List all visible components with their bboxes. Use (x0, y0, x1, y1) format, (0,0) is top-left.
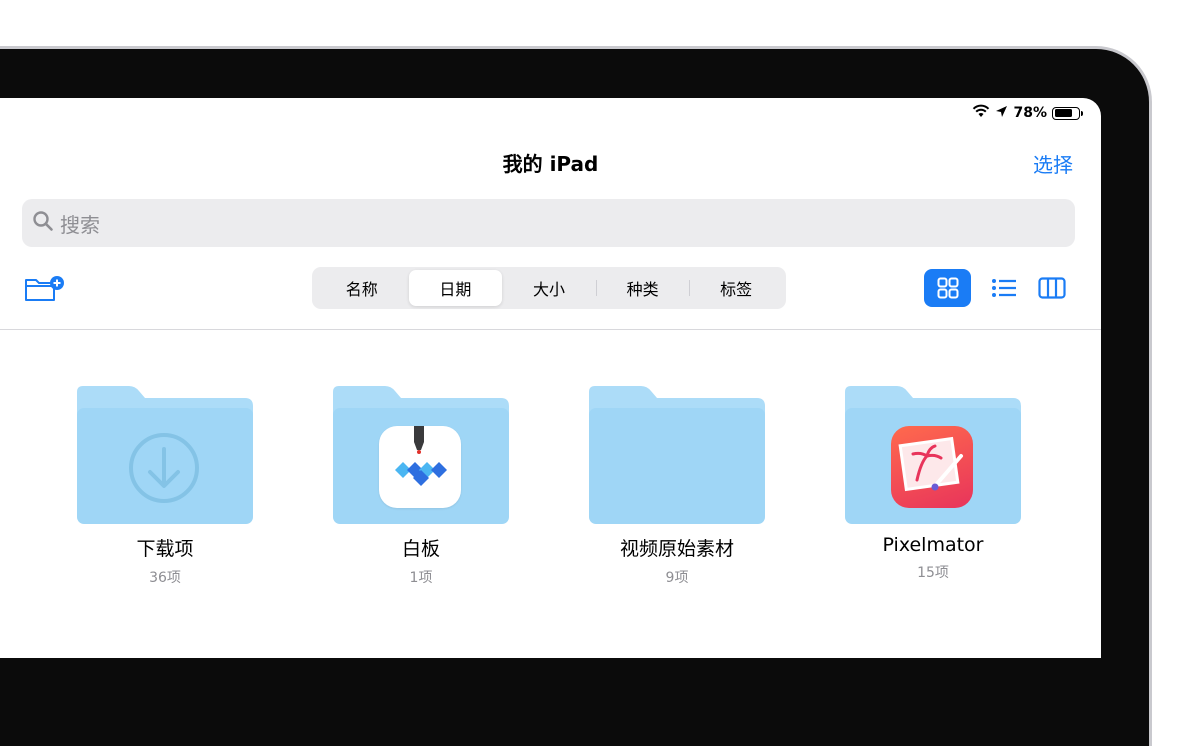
sort-option-name[interactable]: 名称 (315, 270, 409, 306)
select-button[interactable]: 选择 (1033, 149, 1073, 178)
folder-name: Pixelmator (882, 534, 984, 556)
columns-icon (1038, 277, 1066, 299)
view-mode-toggles (924, 269, 1067, 307)
sort-segmented-control: 名称 日期 大小 种类 标签 (312, 267, 786, 309)
folder-icon (845, 386, 1021, 524)
folder-name: 视频原始素材 (619, 538, 734, 560)
folder-item-count: 1项 (409, 570, 433, 586)
battery-percent: 78% (1013, 105, 1047, 121)
files-app-screen: 78% 我的 iPad 选择 搜索 名称 日期 大小 种类 标签 下载项 36项… (0, 98, 1101, 658)
grid-icon (937, 277, 958, 299)
battery-icon (1052, 106, 1083, 120)
folder-tile[interactable]: 下载项 36项 (77, 386, 253, 587)
folder-item-count: 36项 (149, 570, 181, 586)
battery-level (1054, 109, 1073, 117)
new-folder-button[interactable] (24, 274, 68, 308)
search-placeholder: 搜索 (60, 212, 100, 237)
list-icon (992, 279, 1016, 297)
folder-item-count: 9项 (665, 570, 689, 586)
folder-icon (333, 386, 509, 524)
folder-tile[interactable]: 视频原始素材 9项 (589, 386, 765, 587)
folder-icon (77, 386, 253, 524)
new-folder-icon (25, 276, 64, 301)
download-icon (129, 433, 199, 503)
column-view-button[interactable] (1037, 269, 1067, 307)
folder-item-count: 15项 (917, 565, 949, 581)
wifi-icon (972, 104, 990, 122)
folder-icon (589, 386, 765, 524)
file-grid: 下载项 36项 白板 1项 视频原始素材 9项 Pixelmator 15项 (0, 330, 1101, 658)
location-icon (995, 105, 1008, 122)
search-icon (32, 210, 54, 236)
folder-name: 下载项 (136, 538, 194, 560)
pixelmator-app-icon (891, 426, 973, 508)
page-title: 我的 iPad (502, 152, 599, 176)
list-view-button[interactable] (989, 269, 1019, 307)
grid-view-button[interactable] (924, 269, 971, 307)
folder-name: 白板 (401, 538, 440, 560)
sort-option-date[interactable]: 日期 (408, 270, 503, 306)
whiteboard-app-icon (379, 426, 461, 508)
search-field[interactable]: 搜索 (22, 199, 1075, 247)
sort-option-size[interactable]: 大小 (502, 270, 596, 306)
sort-option-kind[interactable]: 种类 (595, 270, 690, 306)
sort-option-tags[interactable]: 标签 (689, 270, 783, 306)
folder-tile[interactable]: 白板 1项 (333, 386, 509, 587)
folder-tile[interactable]: Pixelmator 15项 (845, 386, 1021, 582)
status-bar: 78% (972, 104, 1083, 122)
